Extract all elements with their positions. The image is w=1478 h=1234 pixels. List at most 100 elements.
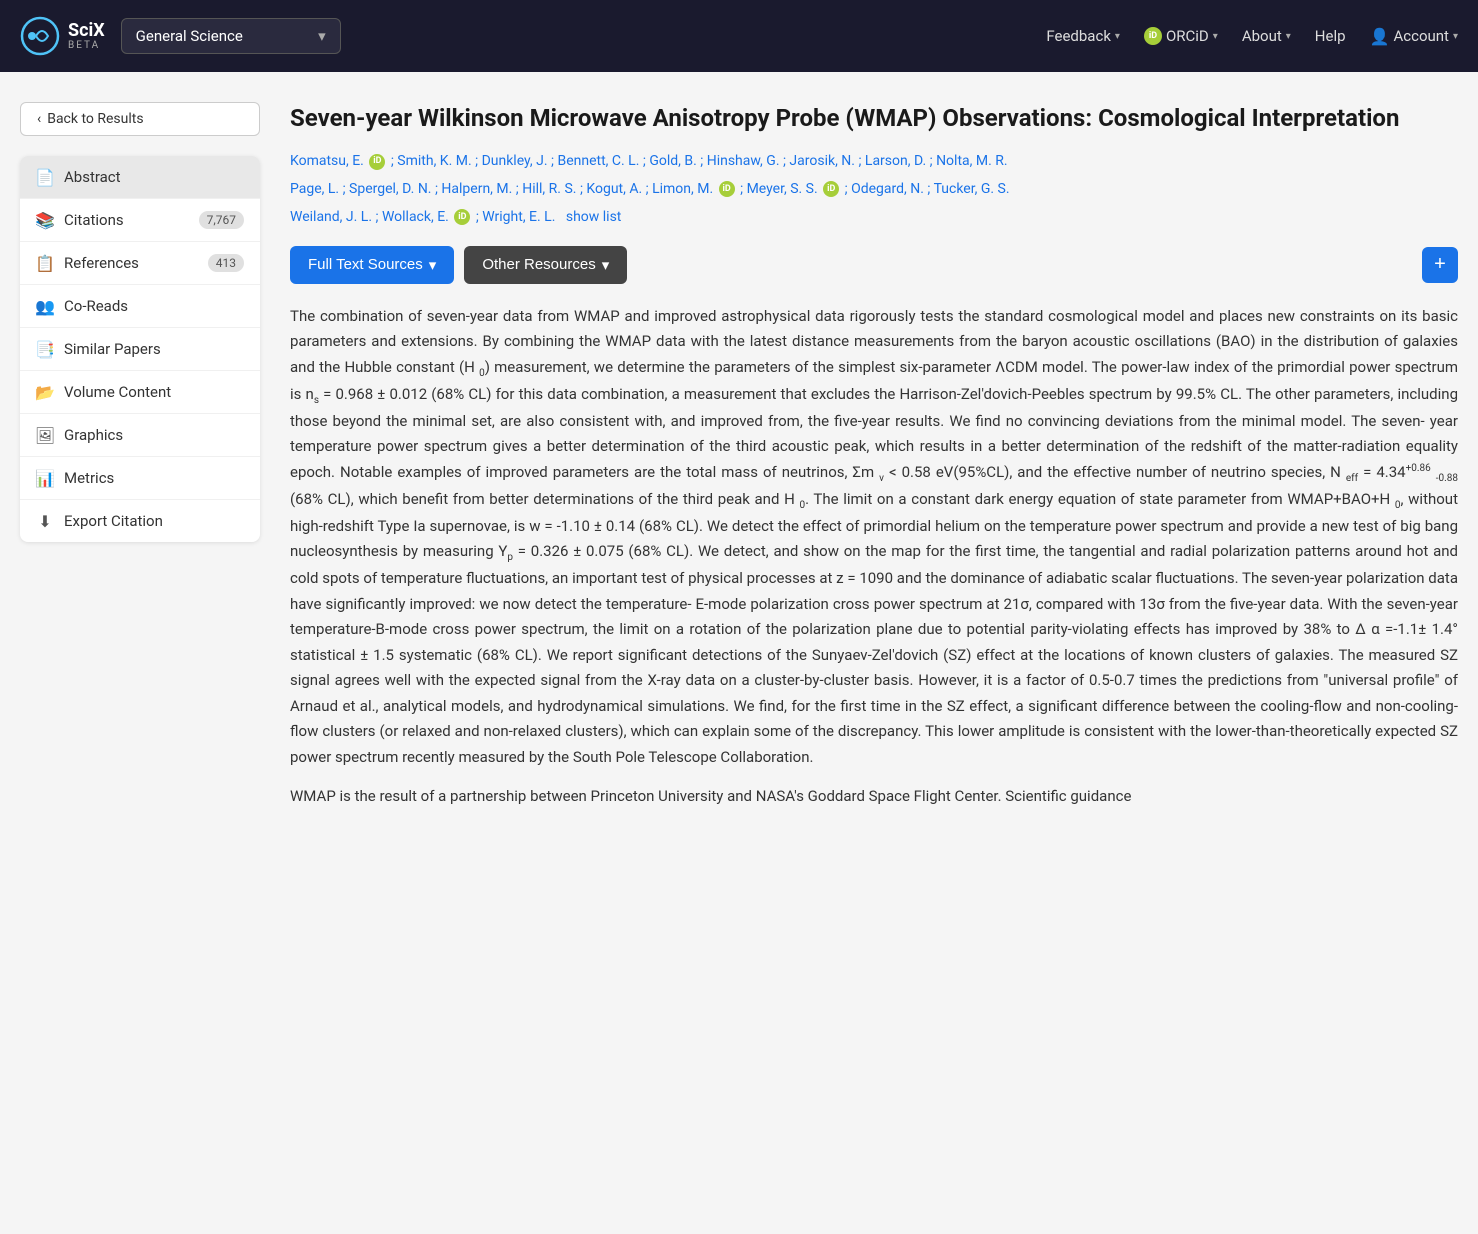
full-text-sources-button[interactable]: Full Text Sources ▾ [290,246,454,284]
sidebar-item-graphics[interactable]: 🖼 Graphics [20,414,260,457]
author-gold[interactable]: Gold, B. [649,153,696,169]
article-area: Seven-year Wilkinson Microwave Anisotrop… [260,92,1458,824]
other-resources-label: Other Resources [482,256,595,273]
sidebar-item-citations[interactable]: 📚 Citations 7,767 [20,199,260,242]
sidebar-item-co-reads[interactable]: 👥 Co-Reads [20,285,260,328]
sidebar-item-abstract-label: Abstract [64,168,121,186]
abstract-text: The combination of seven-year data from … [290,304,1458,810]
author-wollack[interactable]: Wollack, E. [382,209,449,225]
sidebar-item-metrics-label: Metrics [64,469,114,487]
author-tucker[interactable]: Tucker, G. S. [934,181,1010,197]
main-container: ‹ Back to Results 📄 Abstract 📚 Citations… [0,72,1478,864]
sidebar-item-volume-content-label: Volume Content [64,383,171,401]
subject-select-value: General Science [136,27,243,45]
references-badge: 413 [208,254,244,272]
author-halpern[interactable]: Halpern, M. [441,181,512,197]
citations-icon: 📚 [36,211,54,229]
about-chevron-icon: ▾ [1286,31,1291,42]
sidebar-item-citations-label: Citations [64,211,124,229]
sidebar-item-export-citation[interactable]: ⬇ Export Citation [20,500,260,542]
author-bennett[interactable]: Bennett, C. L. [557,153,639,169]
sidebar-item-similar-papers-label: Similar Papers [64,340,161,358]
sidebar-item-similar-papers[interactable]: 📑 Similar Papers [20,328,260,371]
author-jarosik[interactable]: Jarosik, N. [789,153,855,169]
help-label: Help [1315,27,1346,45]
logo-text-block: SciX BETA [68,21,105,52]
scix-logo-icon [20,16,60,56]
references-icon: 📋 [36,254,54,272]
author-meyer[interactable]: Meyer, S. S. [747,181,818,197]
volume-content-icon: 📂 [36,383,54,401]
metrics-icon: 📊 [36,469,54,487]
subject-select-dropdown[interactable]: General Science ▾ [121,18,341,54]
article-title: Seven-year Wilkinson Microwave Anisotrop… [290,102,1458,134]
sidebar-item-references[interactable]: 📋 References 413 [20,242,260,285]
show-list-link[interactable]: show list [566,209,622,225]
author-dunkley[interactable]: Dunkley, J. [482,153,548,169]
add-button[interactable]: + [1422,247,1458,283]
orcid-icon: iD [1144,27,1162,45]
help-nav-link[interactable]: Help [1315,27,1346,45]
feedback-chevron-icon: ▾ [1115,31,1120,42]
author-wright[interactable]: Wright, E. L. [482,209,555,225]
author-weiland[interactable]: Weiland, J. L. [290,209,372,225]
about-label: About [1242,27,1282,45]
sidebar: ‹ Back to Results 📄 Abstract 📚 Citations… [20,102,260,824]
export-citation-icon: ⬇ [36,512,54,530]
top-navigation: SciX BETA General Science ▾ Feedback ▾ i… [0,0,1478,72]
feedback-nav-link[interactable]: Feedback ▾ [1046,27,1120,45]
citations-badge: 7,767 [199,211,244,229]
full-text-chevron-icon: ▾ [429,256,437,274]
author-hinshaw[interactable]: Hinshaw, G. [707,153,780,169]
orcid-nav-link[interactable]: iD ORCiD ▾ [1144,27,1218,45]
orcid-label: ORCiD [1166,27,1209,45]
other-resources-button[interactable]: Other Resources ▾ [464,246,627,284]
sidebar-item-references-label: References [64,254,139,272]
author-hill[interactable]: Hill, R. S. [522,181,576,197]
account-chevron-icon: ▾ [1453,31,1458,42]
author-page[interactable]: Page, L. [290,181,339,197]
similar-papers-icon: 📑 [36,340,54,358]
sidebar-item-co-reads-label: Co-Reads [64,297,128,315]
orcid-chevron-icon: ▾ [1213,31,1218,42]
author-nolta[interactable]: Nolta, M. R. [936,153,1008,169]
sidebar-menu: 📄 Abstract 📚 Citations 7,767 📋 Reference… [20,156,260,542]
sidebar-item-export-citation-label: Export Citation [64,512,163,530]
orcid-badge-komatsu: iD [369,154,385,170]
about-nav-link[interactable]: About ▾ [1242,27,1291,45]
feedback-label: Feedback [1046,27,1111,45]
logo[interactable]: SciX BETA [20,16,105,56]
plus-icon: + [1434,253,1446,276]
sidebar-item-volume-content[interactable]: 📂 Volume Content [20,371,260,414]
author-smith[interactable]: Smith, K. M. [397,153,471,169]
full-text-sources-label: Full Text Sources [308,256,423,273]
author-spergel[interactable]: Spergel, D. N. [349,181,431,197]
graphics-icon: 🖼 [36,426,54,444]
chevron-down-icon: ▾ [318,27,326,45]
nav-links: Feedback ▾ iD ORCiD ▾ About ▾ Help 👤 Acc… [1046,27,1458,46]
account-nav-link[interactable]: 👤 Account ▾ [1370,27,1458,46]
abstract-icon: 📄 [36,168,54,186]
author-kogut[interactable]: Kogut, A. [586,181,642,197]
authors-line: Komatsu, E. iD ; Smith, K. M. ; Dunkley,… [290,150,1458,174]
co-reads-icon: 👥 [36,297,54,315]
back-to-results-button[interactable]: ‹ Back to Results [20,102,260,136]
authors-line-2: Page, L. ; Spergel, D. N. ; Halpern, M. … [290,178,1458,202]
orcid-badge-meyer: iD [823,181,839,197]
other-resources-chevron-icon: ▾ [602,256,610,274]
author-larson[interactable]: Larson, D. [865,153,926,169]
person-icon: 👤 [1370,27,1390,46]
logo-beta: BETA [68,40,105,51]
sidebar-item-metrics[interactable]: 📊 Metrics [20,457,260,500]
account-label: Account [1393,27,1449,45]
author-odegard[interactable]: Odegard, N. [851,181,924,197]
author-komatsu[interactable]: Komatsu, E. [290,153,364,169]
action-bar: Full Text Sources ▾ Other Resources ▾ + [290,246,1458,284]
sidebar-item-graphics-label: Graphics [64,426,123,444]
sidebar-item-abstract[interactable]: 📄 Abstract [20,156,260,199]
author-limon[interactable]: Limon, M. [652,181,713,197]
abstract-paragraph-1: The combination of seven-year data from … [290,304,1458,771]
logo-title: SciX [68,21,105,41]
back-to-results-label: Back to Results [47,111,143,127]
authors-line-3: Weiland, J. L. ; Wollack, E. iD ; Wright… [290,206,1458,230]
